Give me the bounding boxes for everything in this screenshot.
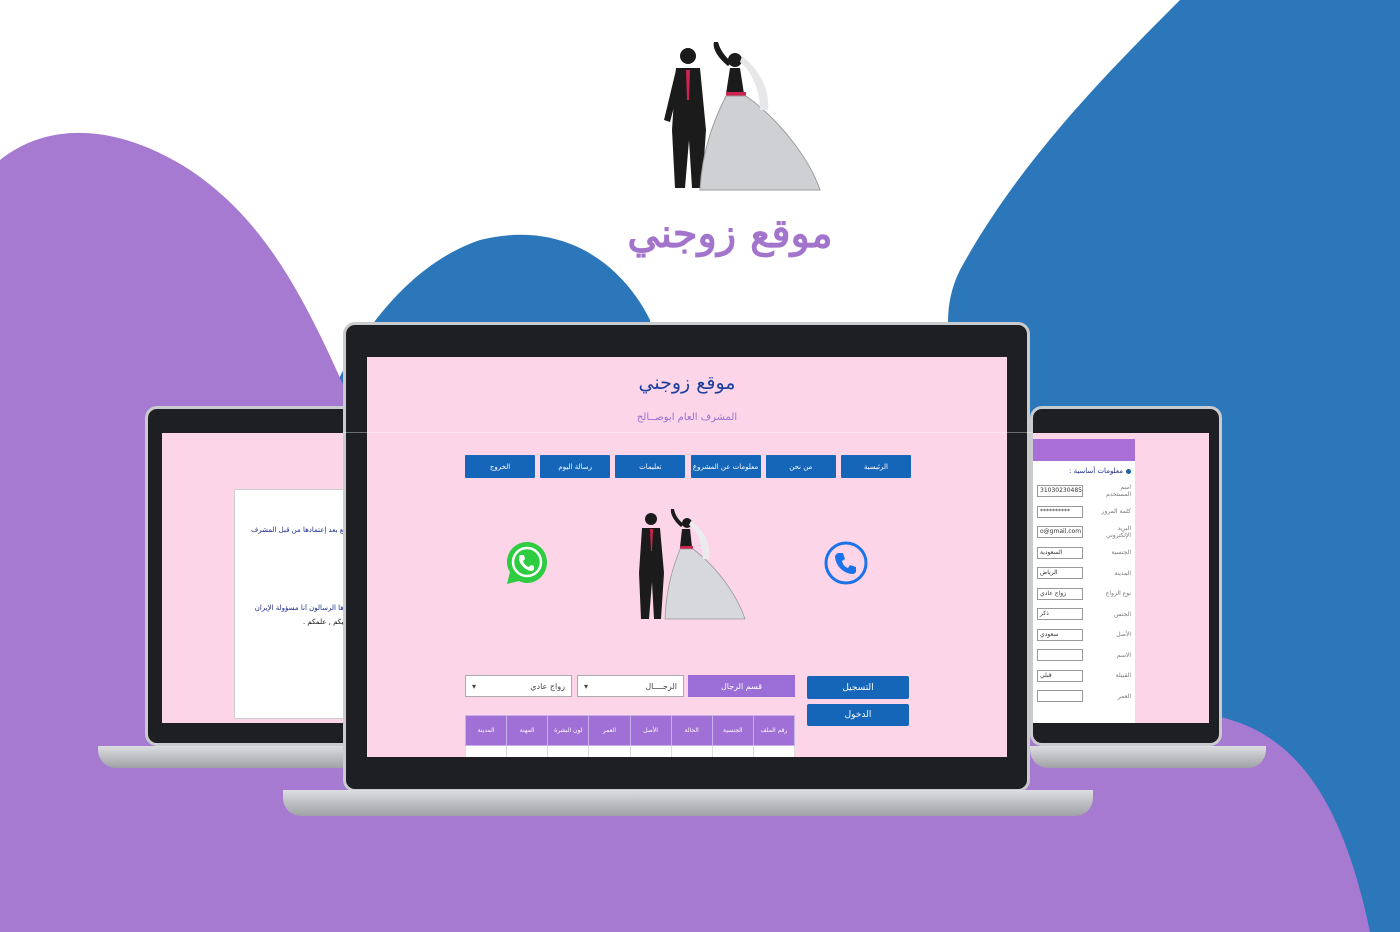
chevron-down-icon: ▾	[472, 681, 477, 691]
center-laptop-screen: موقع زوجني المشرف العام ابوصــالح الرئيس…	[367, 357, 1007, 757]
bullet-icon	[1126, 468, 1131, 474]
form-row: البريد الإلكتروني o@gmail.com	[1033, 522, 1135, 543]
form-field-label: الأصل	[1116, 631, 1131, 639]
table-header-cell: الحالة	[670, 715, 713, 746]
form-field-input[interactable]: قبلي	[1037, 669, 1083, 682]
table-row[interactable]	[464, 745, 796, 757]
form-row: الجنس ذكر	[1033, 604, 1135, 625]
screen-reflection	[343, 432, 1033, 433]
gender-select-value: الرجــــال	[645, 681, 677, 691]
form-field-label: الجنسية	[1111, 549, 1131, 557]
form-field-input[interactable]: **********	[1037, 505, 1083, 518]
marriage-select-value: زواج عادي	[530, 681, 565, 691]
form-row: الجنسية السعودية	[1033, 543, 1135, 564]
form-field-label: نوع الزواج	[1105, 590, 1132, 598]
register-button[interactable]: التسجيل	[807, 676, 909, 699]
form-row: الأصل سعودي	[1033, 625, 1135, 646]
members-table: رقم الملف الجنسية الحالة الأصل العمر لون البش…	[464, 715, 796, 757]
table-header-cell: لون البشرة	[547, 715, 590, 746]
table-cell	[547, 745, 590, 757]
table-cell	[506, 745, 549, 757]
right-section-heading: معلومات أساسية :	[1033, 461, 1135, 481]
right-fields-list: اسم المستخدم 310302304858 كلمة المرور *****…	[1033, 481, 1135, 707]
table-header-cell: المدينة	[464, 715, 508, 746]
right-laptop: معلومات أساسية : اسم المستخدم 31030230485…	[1030, 406, 1222, 746]
form-field-label: الاسم	[1116, 651, 1131, 659]
right-panel-header-bar	[1033, 439, 1135, 461]
nav-home[interactable]: الرئيسية	[840, 455, 911, 478]
form-field-input[interactable]: o@gmail.com	[1037, 526, 1083, 539]
nav-logout[interactable]: الخروج	[465, 455, 535, 478]
form-field-input[interactable]: 310302304858	[1037, 485, 1083, 498]
form-field-input[interactable]	[1037, 649, 1083, 662]
form-field-label: اسم المستخدم	[1106, 484, 1131, 499]
form-row: المدينة الرياض	[1033, 563, 1135, 584]
phone-icon[interactable]	[823, 540, 869, 586]
form-field-input[interactable]: السعودية	[1037, 546, 1083, 559]
table-cell	[752, 745, 796, 757]
login-button[interactable]: الدخول	[807, 704, 909, 726]
form-field-label: الجنس	[1114, 610, 1131, 618]
table-cell	[464, 745, 508, 757]
center-laptop: موقع زوجني المشرف العام ابوصــالح الرئيس…	[343, 322, 1030, 792]
table-header-cell: الأصل	[629, 715, 672, 746]
showcase-stage: موقع زوجني شخصياً يا بالموقع بعد إعتماده…	[0, 0, 1400, 932]
right-laptop-base	[1030, 746, 1266, 768]
form-field-label: البريد الإلكتروني	[1106, 525, 1131, 540]
table-header-cell: العمر	[588, 715, 631, 746]
table-cell	[629, 745, 672, 757]
site-subtitle: المشرف العام ابوصــالح	[636, 412, 738, 423]
form-field-label: القبيلة	[1115, 672, 1131, 680]
gender-select[interactable]: الرجــــال ▾	[577, 675, 684, 697]
form-row: اسم المستخدم 310302304858	[1033, 481, 1135, 502]
marriage-type-select[interactable]: زواج عادي ▾	[465, 675, 572, 697]
left-laptop: شخصياً يا بالموقع بعد إعتمادها من قبل ال…	[145, 406, 372, 746]
bride-groom-icon	[639, 509, 746, 620]
bride-groom-icon	[664, 42, 821, 191]
main-nav: الرئيسية من نحن معلومات عن المشروع تعليم…	[465, 455, 911, 478]
form-field-input[interactable]: ذكر	[1037, 608, 1083, 621]
men-section-button[interactable]: قسم الرجال	[688, 675, 795, 697]
form-field-label: العمر	[1117, 692, 1131, 700]
whatsapp-icon[interactable]	[504, 539, 550, 587]
form-field-input[interactable]: سعودي	[1037, 628, 1083, 641]
form-row: العمر	[1033, 686, 1135, 707]
nav-about[interactable]: من نحن	[765, 455, 836, 478]
form-field-label: المدينة	[1114, 569, 1131, 577]
form-field-input[interactable]	[1037, 690, 1083, 703]
members-table-header: رقم الملف الجنسية الحالة الأصل العمر لون البش…	[464, 715, 796, 746]
left-laptop-base	[98, 746, 368, 768]
right-laptop-screen: معلومات أساسية : اسم المستخدم 31030230485…	[1033, 433, 1209, 723]
chevron-down-icon: ▾	[584, 681, 589, 691]
table-cell	[588, 745, 631, 757]
right-form-panel: معلومات أساسية : اسم المستخدم 31030230485…	[1033, 439, 1135, 723]
nav-instructions[interactable]: تعليمات	[615, 455, 686, 478]
table-cell	[711, 745, 754, 757]
nav-project-info[interactable]: معلومات عن المشروع	[690, 455, 761, 478]
nav-daily-message[interactable]: رسالة اليوم	[540, 455, 611, 478]
table-header-cell: الجنسية	[711, 715, 754, 746]
form-row: الاسم	[1033, 645, 1135, 666]
form-field-label: كلمة المرور	[1101, 508, 1131, 516]
table-header-cell: المهنة	[506, 715, 549, 746]
form-row: كلمة المرور **********	[1033, 502, 1135, 523]
form-field-input[interactable]: زواج عادي	[1037, 587, 1083, 600]
right-section-title: معلومات أساسية :	[1068, 467, 1123, 475]
center-laptop-base	[283, 790, 1093, 816]
form-row: القبيلة قبلي	[1033, 666, 1135, 687]
form-field-input[interactable]: الرياض	[1037, 567, 1083, 580]
table-header-cell: رقم الملف	[752, 715, 796, 746]
site-title: موقع زوجني	[638, 372, 736, 394]
left-laptop-screen: شخصياً يا بالموقع بعد إعتمادها من قبل ال…	[162, 433, 372, 723]
hero-title: موقع زوجني	[627, 210, 833, 257]
form-row: نوع الزواج زواج عادي	[1033, 584, 1135, 605]
table-cell	[670, 745, 713, 757]
